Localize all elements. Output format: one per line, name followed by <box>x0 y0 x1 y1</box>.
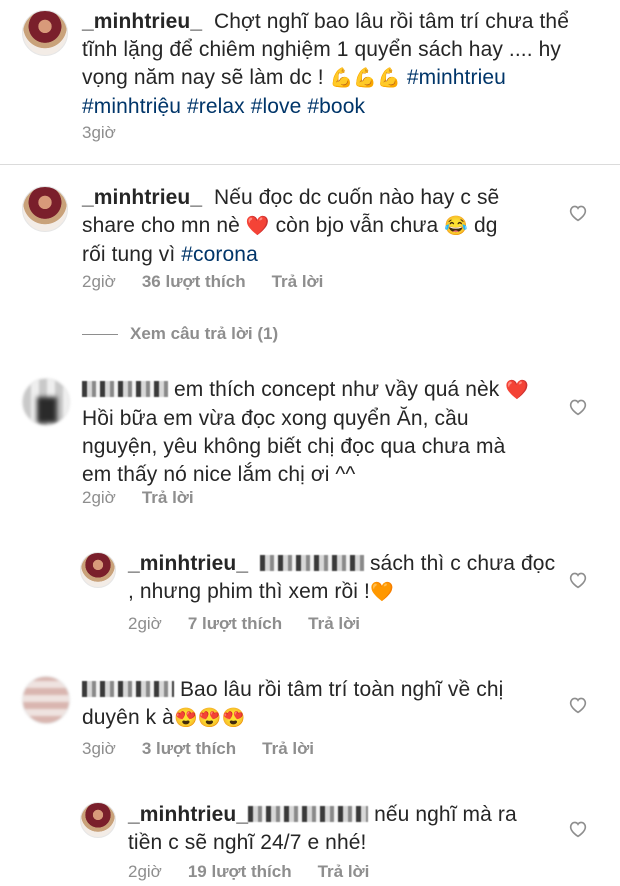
laughing-emoji-icon: 😂 <box>444 216 469 237</box>
view-replies-button[interactable]: Xem câu trả lời (1) <box>82 324 278 344</box>
comment-text: em thích concept như vầy quá nèk ❤️ Hồi … <box>82 376 562 489</box>
redacted-username[interactable] <box>82 381 168 397</box>
redacted-username[interactable] <box>82 681 174 697</box>
comment-username[interactable]: _minhtrieu_ <box>82 186 202 209</box>
caption-time: 3giờ <box>82 123 116 142</box>
reply-button[interactable]: Trả lời <box>262 739 314 759</box>
hashtags-line[interactable]: #minhtriệu #relax #love #book <box>82 93 612 121</box>
likes-count[interactable]: 3 lượt thích <box>142 739 236 759</box>
comment-line: Nếu đọc dc cuốn nào hay c sẽ <box>214 186 500 209</box>
replies-line <box>82 334 118 336</box>
reply-line: tiền c sẽ nghĩ 24/7 e nhé! <box>128 831 367 854</box>
muscle-emoji-icon: 💪💪💪 <box>329 68 401 89</box>
divider <box>0 164 620 165</box>
reply-time: 2giờ <box>128 614 162 633</box>
reply-button[interactable]: Trả lời <box>272 272 324 292</box>
avatar[interactable] <box>22 378 70 426</box>
likes-count[interactable]: 7 lượt thích <box>188 614 282 634</box>
comment-time: 2giờ <box>82 488 116 507</box>
like-heart-icon[interactable] <box>568 820 588 838</box>
orange-heart-emoji-icon: 🧡 <box>369 582 394 603</box>
reply-username[interactable]: _minhtrieu_ <box>128 803 248 826</box>
comment-time: 2giờ <box>82 272 116 291</box>
likes-count[interactable]: 36 lượt thích <box>142 272 246 292</box>
comment-time: 3giờ <box>82 739 116 758</box>
comment-line: rối tung vì <box>82 243 176 266</box>
like-heart-icon[interactable] <box>568 696 588 714</box>
hashtag-link[interactable]: #corona <box>181 243 258 266</box>
comment-line: em thấy nó nice lắm chị ơi ^^ <box>82 463 356 486</box>
comment-line: share cho mn nè <box>82 214 240 237</box>
comment-text: Bao lâu rồi tâm trí toàn nghĩ về chị duy… <box>82 676 562 733</box>
comment-line: duyên k à <box>82 706 174 729</box>
likes-count[interactable]: 19 lượt thích <box>188 862 292 882</box>
caption-line1: Chợt nghĩ bao lâu rồi tâm trí chưa thể <box>214 10 569 33</box>
reply-line: , nhưng phim thì xem rồi ! <box>128 580 370 603</box>
reply-line: nếu nghĩ mà ra <box>374 803 517 826</box>
like-heart-icon[interactable] <box>568 398 588 416</box>
reply-meta: 2giờ 19 lượt thích Trả lời <box>128 862 395 882</box>
heart-emoji-icon: ❤️ <box>505 380 530 401</box>
reply-line: sách thì c chưa đọc <box>369 552 556 575</box>
reply-button[interactable]: Trả lời <box>142 488 194 508</box>
caption-line3: vọng năm nay sẽ làm dc ! <box>82 66 324 89</box>
comment-line: em thích concept như vầy quá nèk <box>173 378 500 401</box>
comment-line: Hồi bữa em vừa đọc xong quyển Ăn, cầu <box>82 407 469 430</box>
comment-line: nguyện, yêu không biết chị đọc qua chưa … <box>82 435 506 458</box>
comment-line: còn bjo vẫn chưa <box>275 214 439 237</box>
caption-username[interactable]: _minhtrieu_ <box>82 10 202 33</box>
comment-text: _minhtrieu_ Nếu đọc dc cuốn nào hay c sẽ… <box>82 184 562 269</box>
reply-username[interactable]: _minhtrieu_ <box>128 552 248 575</box>
heart-eyes-emoji-icon: 😍😍😍 <box>173 708 246 729</box>
comment-meta: 2giờ Trả lời <box>82 488 220 508</box>
reply-time: 2giờ <box>128 862 162 881</box>
comment-meta: 2giờ 36 lượt thích Trả lời <box>82 272 349 292</box>
view-replies-label: Xem câu trả lời (1) <box>130 324 279 343</box>
caption-text: _minhtrieu_ Chợt nghĩ bao lâu rồi tâm tr… <box>82 8 612 121</box>
avatar[interactable] <box>22 186 68 232</box>
avatar[interactable] <box>80 552 116 588</box>
reply-button[interactable]: Trả lời <box>318 862 370 882</box>
avatar[interactable] <box>22 676 70 724</box>
like-heart-icon[interactable] <box>568 204 588 222</box>
comment-line: Bao lâu rồi tâm trí toàn nghĩ về chị <box>179 678 504 701</box>
like-heart-icon[interactable] <box>568 571 588 589</box>
reply-text: _minhtrieu_ sách thì c chưa đọc , nhưng … <box>128 550 568 607</box>
caption-line2: tĩnh lặng để chiêm nghiệm 1 quyển sách h… <box>82 38 561 61</box>
reply-text: _minhtrieu_ nếu nghĩ mà ra tiền c sẽ ngh… <box>128 801 568 857</box>
avatar[interactable] <box>22 10 68 56</box>
avatar[interactable] <box>80 802 116 838</box>
reply-meta: 2giờ 7 lượt thích Trả lời <box>128 614 386 634</box>
hashtag-link[interactable]: #minhtrieu <box>407 66 506 89</box>
comment-meta: 3giờ 3 lượt thích Trả lời <box>82 739 340 759</box>
heart-emoji-icon: ❤️ <box>245 216 270 237</box>
redacted-mention[interactable] <box>248 806 369 822</box>
redacted-mention[interactable] <box>260 555 365 571</box>
comment-line: dg <box>473 214 498 237</box>
reply-button[interactable]: Trả lời <box>308 614 360 634</box>
